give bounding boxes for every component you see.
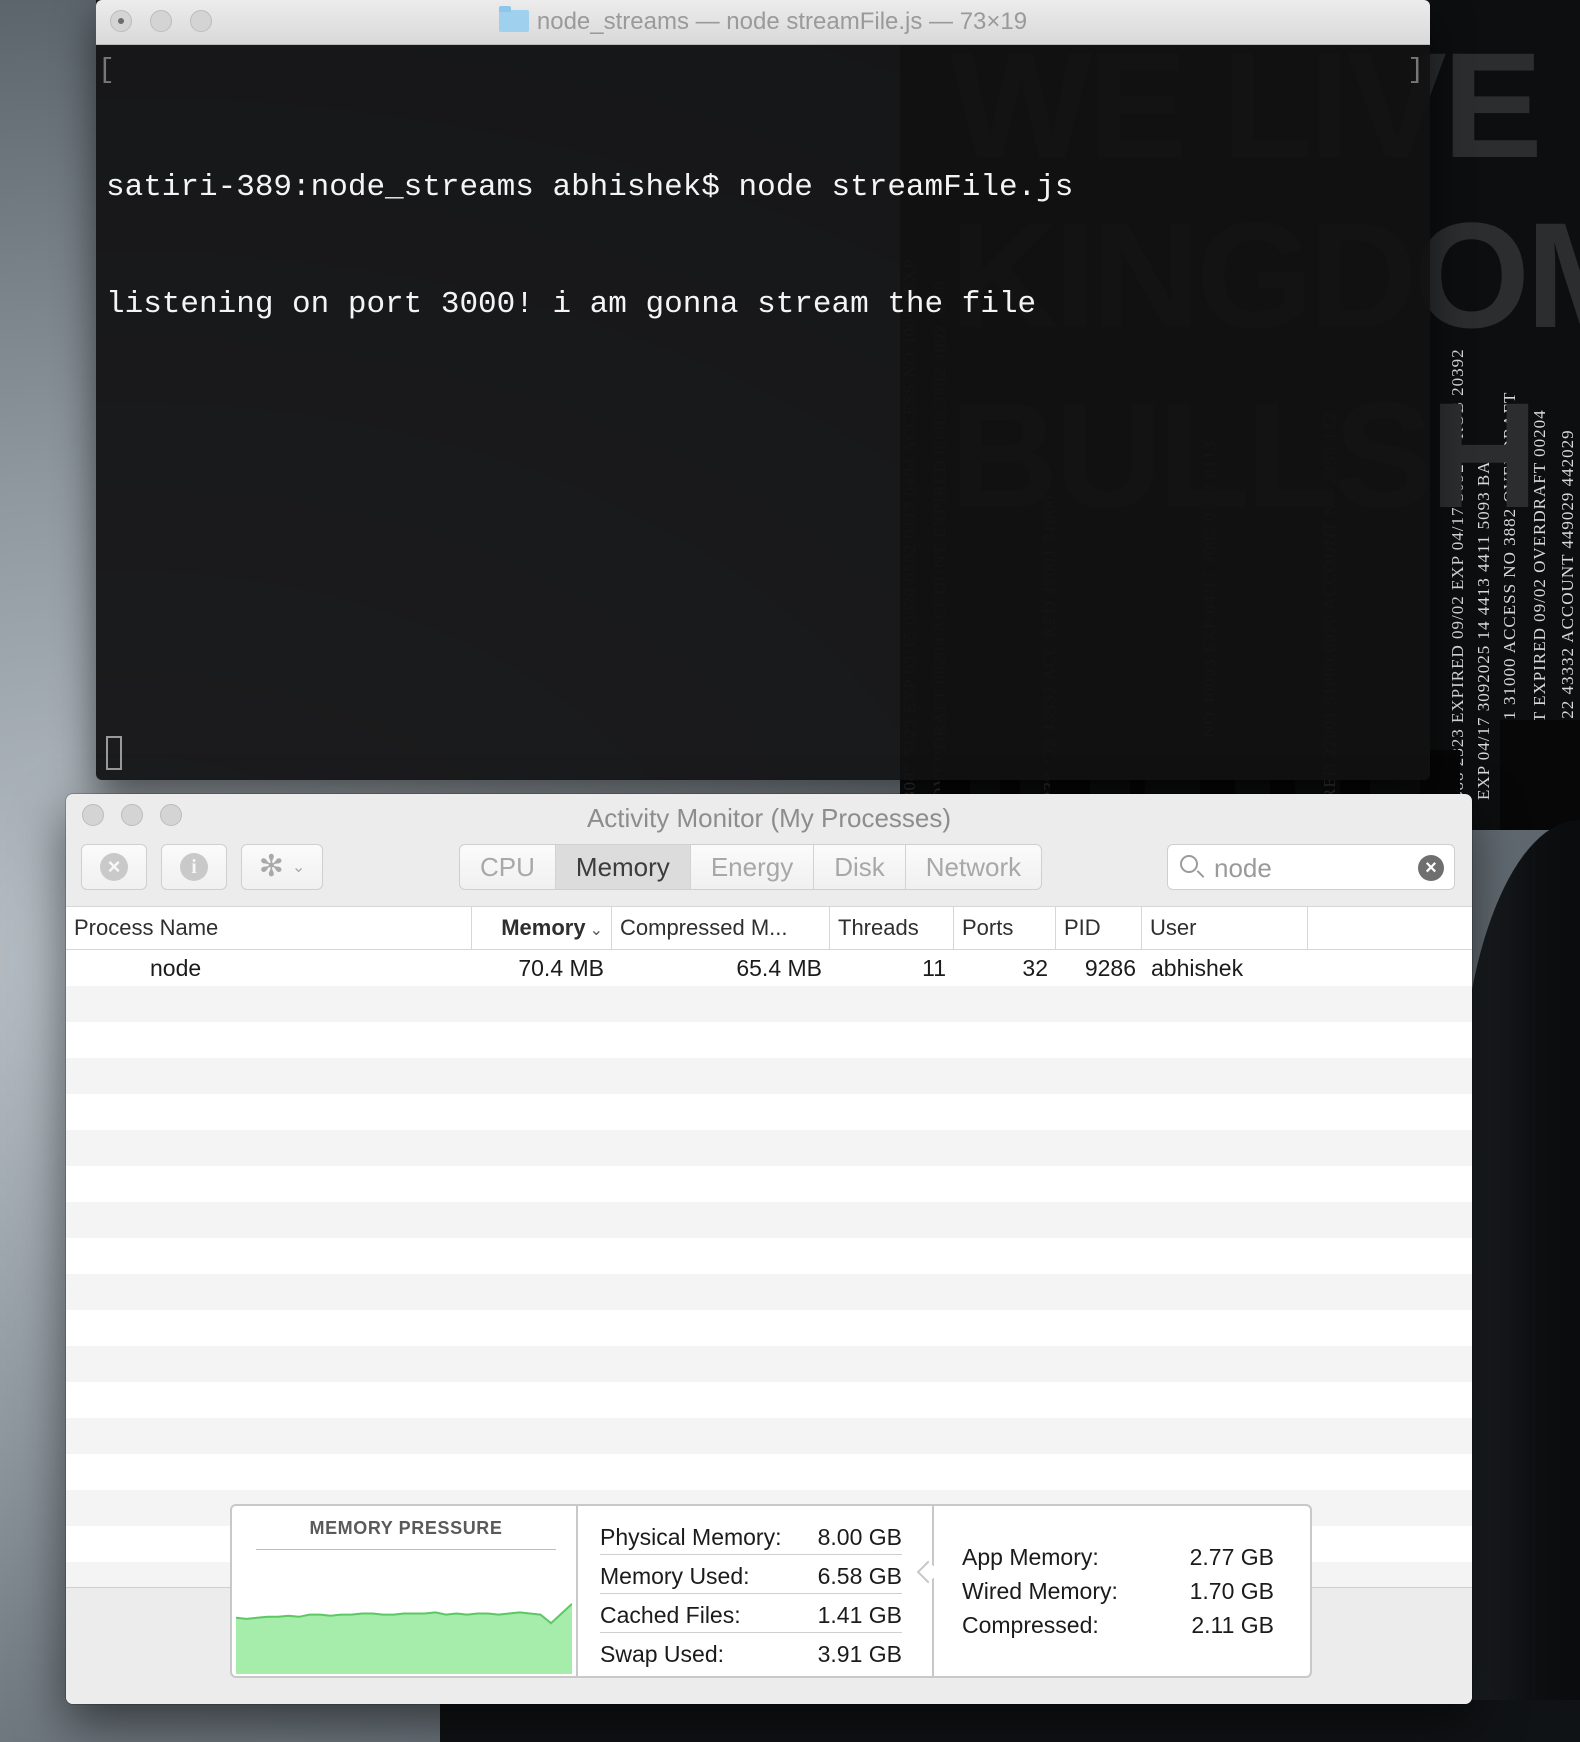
process-table: Process Name Memory ⌄ Compressed M... Thr… bbox=[66, 906, 1472, 1598]
stat-cached-files: Cached Files: 1.41 GB bbox=[600, 1594, 902, 1633]
mark-bracket-right: ] bbox=[1407, 55, 1424, 86]
clear-search-icon[interactable]: × bbox=[1418, 855, 1444, 881]
terminal-title: node_streams — node streamFile.js — 73×1… bbox=[96, 6, 1430, 36]
text-cursor bbox=[106, 736, 122, 770]
cell-process-name: node bbox=[150, 955, 202, 981]
table-row-empty bbox=[66, 1130, 1472, 1166]
mark-bracket-left: [ bbox=[98, 55, 115, 86]
terminal-line: listening on port 3000! i am gonna strea… bbox=[106, 287, 1037, 322]
column-pid[interactable]: PID bbox=[1056, 907, 1142, 949]
activity-monitor-window[interactable]: Activity Monitor (My Processes) × i ✻ ⌄ C… bbox=[66, 794, 1472, 1704]
terminal-output[interactable]: [] satiri-389:node_streams abhishek$ nod… bbox=[96, 45, 1430, 780]
folder-icon bbox=[498, 6, 529, 32]
column-ports[interactable]: Ports bbox=[954, 907, 1056, 949]
table-row-empty bbox=[66, 1058, 1472, 1094]
column-threads[interactable]: Threads bbox=[830, 907, 954, 949]
cell-pid: 9286 bbox=[1084, 955, 1136, 981]
stat-compressed: Compressed: 2.11 GB bbox=[962, 1608, 1274, 1642]
cell-memory: 70.4 MB bbox=[518, 955, 604, 981]
wallpaper-shadow bbox=[440, 1700, 1580, 1742]
stat-value: 8.00 GB bbox=[817, 1524, 902, 1550]
info-icon: i bbox=[180, 853, 208, 881]
wallpaper-face-silhouette bbox=[1460, 820, 1580, 1742]
table-row-empty bbox=[66, 986, 1472, 1022]
quit-process-button[interactable]: × bbox=[81, 844, 147, 890]
column-compressed-memory[interactable]: Compressed M... bbox=[612, 907, 830, 949]
stat-physical-memory: Physical Memory: 8.00 GB bbox=[600, 1516, 902, 1555]
chevron-down-icon: ⌄ bbox=[291, 859, 306, 876]
stat-value: 2.77 GB bbox=[1189, 1544, 1274, 1570]
category-tabs: CPU Memory Energy Disk Network bbox=[459, 844, 1043, 890]
cell-threads: 11 bbox=[922, 955, 946, 981]
stat-label: Cached Files: bbox=[600, 1602, 741, 1628]
terminal-line: satiri-389:node_streams abhishek$ node s… bbox=[106, 170, 1074, 205]
table-row-empty bbox=[66, 1274, 1472, 1310]
stat-memory-used: Memory Used: 6.58 GB bbox=[600, 1555, 902, 1594]
tab-network[interactable]: Network bbox=[906, 845, 1041, 889]
window-title: Activity Monitor (My Processes) bbox=[586, 803, 952, 833]
search-input[interactable] bbox=[1212, 851, 1396, 885]
action-menu-button[interactable]: ✻ ⌄ bbox=[241, 844, 323, 890]
tab-memory[interactable]: Memory bbox=[555, 845, 691, 889]
memory-used-breakdown: App Memory: 2.77 GB Wired Memory: 1.70 G… bbox=[962, 1540, 1274, 1642]
table-row[interactable]: node 70.4 MB 65.4 MB 11 32 9286 abhishek bbox=[66, 950, 1472, 986]
stop-icon: × bbox=[100, 853, 128, 881]
stat-label: Swap Used: bbox=[600, 1641, 725, 1667]
cell-user: abhishek bbox=[1151, 955, 1244, 981]
cell-compressed-memory: 65.4 MB bbox=[736, 955, 822, 981]
stat-value: 3.91 GB bbox=[817, 1641, 902, 1667]
table-row-empty bbox=[66, 1310, 1472, 1346]
memory-pressure-graph: MEMORY PRESSURE bbox=[232, 1506, 578, 1676]
table-row-empty bbox=[66, 1346, 1472, 1382]
stats-divider bbox=[932, 1506, 934, 1676]
table-rows: node 70.4 MB 65.4 MB 11 32 9286 abhishek bbox=[66, 950, 1472, 1598]
table-header: Process Name Memory ⌄ Compressed M... Thr… bbox=[66, 907, 1472, 950]
stat-value: 1.70 GB bbox=[1189, 1578, 1274, 1604]
column-memory-label: Memory bbox=[501, 915, 586, 940]
search-field[interactable]: × bbox=[1167, 844, 1455, 890]
stat-label: Compressed: bbox=[962, 1612, 1099, 1638]
search-icon bbox=[1180, 855, 1198, 873]
stat-value: 2.11 GB bbox=[1191, 1612, 1274, 1638]
tab-energy[interactable]: Energy bbox=[691, 845, 815, 889]
table-row-empty bbox=[66, 1238, 1472, 1274]
gear-icon: ✻ bbox=[258, 850, 284, 883]
tab-cpu[interactable]: CPU bbox=[460, 845, 556, 889]
table-row-empty bbox=[66, 1094, 1472, 1130]
column-user[interactable]: User bbox=[1142, 907, 1308, 949]
stat-label: App Memory: bbox=[962, 1544, 1099, 1570]
terminal-title-text: node_streams — node streamFile.js — 73×1… bbox=[536, 8, 1028, 35]
table-row-empty bbox=[66, 1454, 1472, 1490]
inspect-process-button[interactable]: i bbox=[161, 844, 227, 890]
activity-monitor-titlebar[interactable]: Activity Monitor (My Processes) bbox=[66, 794, 1472, 838]
toolbar: × i ✻⌄ CPU Memory Energy Disk Network × bbox=[66, 838, 1472, 906]
memory-summary-box: MEMORY PRESSURE Physical Memory: 8.00 GB… bbox=[230, 1504, 1312, 1678]
stat-label: Physical Memory: bbox=[600, 1524, 782, 1550]
table-row-empty bbox=[66, 1166, 1472, 1202]
column-memory[interactable]: Memory ⌄ bbox=[472, 907, 612, 949]
stat-app-memory: App Memory: 2.77 GB bbox=[962, 1540, 1274, 1574]
stat-value: 1.41 GB bbox=[817, 1602, 902, 1628]
table-row-empty bbox=[66, 1382, 1472, 1418]
table-row-empty bbox=[66, 1418, 1472, 1454]
column-process-name[interactable]: Process Name bbox=[66, 907, 472, 949]
table-row-empty bbox=[66, 1202, 1472, 1238]
terminal-titlebar[interactable]: node_streams — node streamFile.js — 73×1… bbox=[96, 0, 1430, 45]
stat-label: Memory Used: bbox=[600, 1563, 750, 1589]
terminal-window[interactable]: node_streams — node streamFile.js — 73×1… bbox=[96, 0, 1430, 780]
cell-ports: 32 bbox=[1022, 955, 1048, 981]
table-row-empty bbox=[66, 1022, 1472, 1058]
memory-stats: Physical Memory: 8.00 GB Memory Used: 6.… bbox=[578, 1516, 932, 1674]
stat-value: 6.58 GB bbox=[817, 1563, 902, 1589]
stat-swap-used: Swap Used: 3.91 GB bbox=[600, 1633, 902, 1671]
memory-pressure-label: MEMORY PRESSURE bbox=[256, 1518, 556, 1550]
memory-pressure-chart bbox=[236, 1603, 572, 1674]
stat-label: Wired Memory: bbox=[962, 1578, 1118, 1604]
sort-descending-icon: ⌄ bbox=[589, 922, 603, 939]
tab-disk[interactable]: Disk bbox=[814, 845, 906, 889]
stat-wired-memory: Wired Memory: 1.70 GB bbox=[962, 1574, 1274, 1608]
